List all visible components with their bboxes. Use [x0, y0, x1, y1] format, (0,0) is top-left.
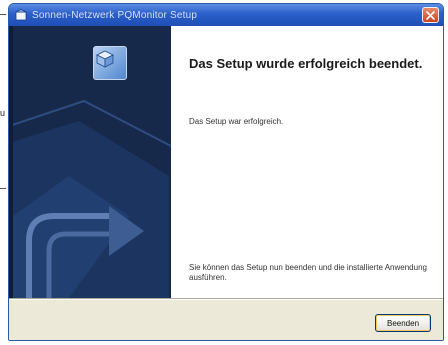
instruction-message: Sie können das Setup nun beenden und die… — [189, 263, 427, 282]
close-icon — [426, 10, 435, 20]
page-edge-letter: u — [0, 108, 6, 118]
setup-box-icon — [93, 46, 127, 80]
setup-window: Sonnen-Netzwerk PQMonitor Setup Das Setu… — [8, 3, 444, 341]
page-edge-mark-top — [0, 14, 6, 15]
banner-graphic — [9, 26, 171, 298]
button-bar: Beenden — [9, 300, 443, 340]
installer-icon — [15, 9, 27, 21]
close-button[interactable] — [422, 7, 439, 23]
status-message: Das Setup war erfolgreich. — [189, 117, 284, 126]
title-bar[interactable]: Sonnen-Netzwerk PQMonitor Setup — [9, 4, 443, 26]
page-title: Das Setup wurde erfolgreich beendet. — [189, 56, 423, 71]
wizard-content: Das Setup wurde erfolgreich beendet. Das… — [9, 26, 443, 298]
finish-button[interactable]: Beenden — [375, 314, 431, 332]
window-title: Sonnen-Netzwerk PQMonitor Setup — [32, 9, 198, 21]
page-edge-mark-bottom — [0, 188, 6, 189]
wizard-side-banner — [9, 26, 171, 298]
